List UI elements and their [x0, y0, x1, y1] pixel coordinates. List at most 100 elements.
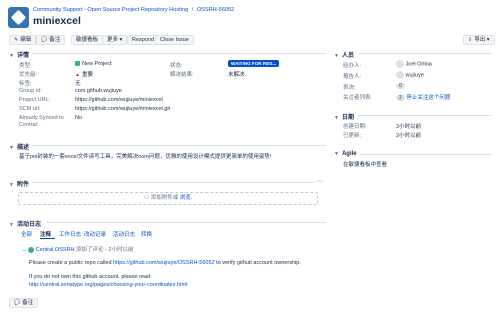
watchers-label: 关注者列表: — [343, 95, 373, 101]
comment-author[interactable]: Central OSSRH — [36, 247, 75, 253]
comment-icon: 💬 — [41, 37, 48, 43]
browse-link[interactable]: 浏览. — [180, 195, 193, 201]
updated-label: 已更新: — [343, 133, 362, 139]
details-divider — [32, 53, 326, 54]
comment-line-2: If you do not own this github account, p… — [29, 274, 152, 280]
add-comment-button[interactable]: 💬 备注 — [9, 298, 39, 308]
type-label: 类型: — [19, 63, 32, 69]
cloud-upload-icon: ☁ — [143, 195, 150, 201]
comment-button[interactable]: 💬 备注 — [36, 35, 66, 45]
agile-heading-label: Agile — [341, 151, 357, 157]
description-divider — [32, 145, 326, 146]
group-id-label: Group Id: — [19, 88, 42, 94]
more-button[interactable]: 更多 ▾ — [102, 35, 128, 45]
tab-all[interactable]: 全部 — [21, 230, 32, 238]
more-label: 更多 — [107, 37, 119, 43]
status-badge[interactable]: WAITING FOR RES... — [228, 60, 280, 67]
comment-button-label: 备注 — [49, 37, 61, 43]
add-comment-label: 备注 — [22, 300, 34, 306]
attachments-heading-label: 附件 — [16, 182, 29, 188]
attachment-dropzone[interactable]: ☁ 添加附件或 浏览. — [18, 192, 318, 205]
comment-line-1: Please create a public repo called https… — [29, 260, 322, 266]
pencil-icon: ✎ — [14, 37, 19, 43]
edit-button[interactable]: ✎ 编辑 — [9, 35, 37, 45]
project-avatar-icon[interactable] — [8, 7, 29, 28]
people-heading[interactable]: ▼ 人员 — [334, 50, 354, 59]
description-heading[interactable]: ▼ 描述 — [9, 142, 29, 151]
assignee-label: 经办人: — [343, 63, 362, 69]
comment-meta: 添加了评论 - 2小时以前 — [76, 247, 134, 253]
reporter-value[interactable]: wujiuye — [396, 71, 424, 79]
close-issue-button[interactable]: Close Issue — [155, 35, 194, 45]
attachments-divider — [32, 182, 316, 183]
type-value: New Project — [75, 61, 112, 67]
dates-divider — [358, 115, 492, 116]
details-heading[interactable]: ▼ 详情 — [9, 50, 29, 59]
assignee-value[interactable]: Joel Orlina — [396, 60, 432, 68]
breadcrumb: Community Support - Open Source Project … — [33, 7, 234, 13]
caret-down-icon: ▼ — [334, 53, 339, 59]
tab-history[interactable]: 改动记录 — [84, 230, 106, 238]
caret-down-icon: ▼ — [9, 222, 14, 228]
caret-down-icon: ▼ — [334, 151, 339, 157]
people-heading-label: 人员 — [341, 53, 354, 59]
author-avatar — [28, 246, 35, 253]
breadcrumb-issue-key[interactable]: OSSRH-56052 — [197, 7, 234, 13]
watchers-value: 2 停止关注这个问题 — [396, 93, 450, 101]
comment-repo-link[interactable]: https://github.com/wujiuye/OSSRH-56052 — [113, 260, 215, 266]
new-project-icon — [75, 61, 80, 67]
chevron-down-icon: ▾ — [119, 37, 123, 43]
tab-activity[interactable]: 活动日志 — [113, 230, 135, 238]
project-url-link[interactable]: https://github.com/wujiuye/miniexcel — [75, 97, 163, 103]
reporter-name: wujiuye — [405, 72, 424, 79]
tab-worklog[interactable]: 工作日志 — [59, 230, 81, 238]
stop-watching-link[interactable]: 停止关注这个问题 — [406, 95, 450, 101]
dates-heading-label: 日期 — [341, 115, 354, 121]
created-value: 2小时以前 — [396, 124, 422, 130]
synced-label: Already Synced to Central: — [19, 115, 64, 128]
scm-url-link[interactable]: https://github.com/wujiuye/miniexcel.git — [75, 106, 170, 112]
activity-heading-label: 活动日志 — [16, 222, 41, 228]
caret-down-icon: ▼ — [9, 182, 14, 188]
comment-line-1-prefix: Please create a public repo called — [29, 260, 112, 266]
export-icon: ⇩ — [468, 37, 473, 43]
tags-label: 标签: — [19, 81, 32, 87]
caret-down-icon: ▼ — [334, 115, 339, 121]
edit-button-label: 编辑 — [20, 37, 32, 43]
export-label: 导出 — [474, 37, 486, 43]
tab-comments[interactable]: 注释 — [40, 230, 51, 238]
breadcrumb-project[interactable]: Community Support - Open Source Project … — [33, 7, 188, 13]
project-url-label: Project URL: — [19, 97, 51, 103]
export-button[interactable]: ⇩ 导出 ▾ — [463, 35, 495, 45]
tab-transitions[interactable]: 转换 — [141, 230, 152, 238]
activity-heading[interactable]: ▼ 活动日志 — [9, 219, 41, 228]
synced-value: No — [75, 115, 83, 121]
priority-value-text: 重要 — [81, 72, 93, 78]
votes-value[interactable]: 0 — [396, 83, 405, 89]
scm-url-label: SCM url: — [19, 106, 41, 112]
respond-label: Respond — [132, 37, 155, 43]
reporter-avatar — [396, 71, 404, 79]
attachments-heading[interactable]: ▼ 附件 — [9, 179, 29, 188]
collapse-comment-icon[interactable]: ⌄ — [22, 247, 27, 253]
watchers-count[interactable]: 2 — [396, 95, 405, 101]
resolution-label: 解决结果: — [170, 72, 194, 78]
comment-coordinates-link[interactable]: http://central.sonatype.org/pages/choosi… — [29, 282, 322, 288]
updated-value: 2小时以前 — [396, 133, 422, 139]
description-text: 基于poi封装的一套excel文件读写工具，完美解决oom问题，优雅的使用设计模… — [19, 154, 272, 160]
caret-down-icon: ▼ — [9, 53, 14, 59]
more-options-icon[interactable]: ⋯ — [317, 178, 323, 185]
comment-icon: 💬 — [14, 300, 21, 306]
active-tab-indicator — [40, 238, 55, 239]
comment-line-1-suffix: to verify github account ownership. — [216, 260, 301, 266]
priority-label: 优先级: — [19, 72, 38, 78]
chevron-down-icon: ▾ — [486, 37, 490, 43]
agile-heading[interactable]: ▼ Agile — [334, 151, 357, 157]
created-label: 创建日期: — [343, 124, 367, 130]
tags-value: 无 — [75, 81, 81, 87]
agile-board-button[interactable]: 敏捷看板 — [71, 35, 104, 45]
view-on-board-link[interactable]: 在敏捷看板中查看 — [343, 160, 387, 168]
dates-heading[interactable]: ▼ 日期 — [334, 112, 354, 121]
votes-label: 表决: — [343, 85, 356, 91]
caret-down-icon: ▼ — [9, 145, 14, 151]
